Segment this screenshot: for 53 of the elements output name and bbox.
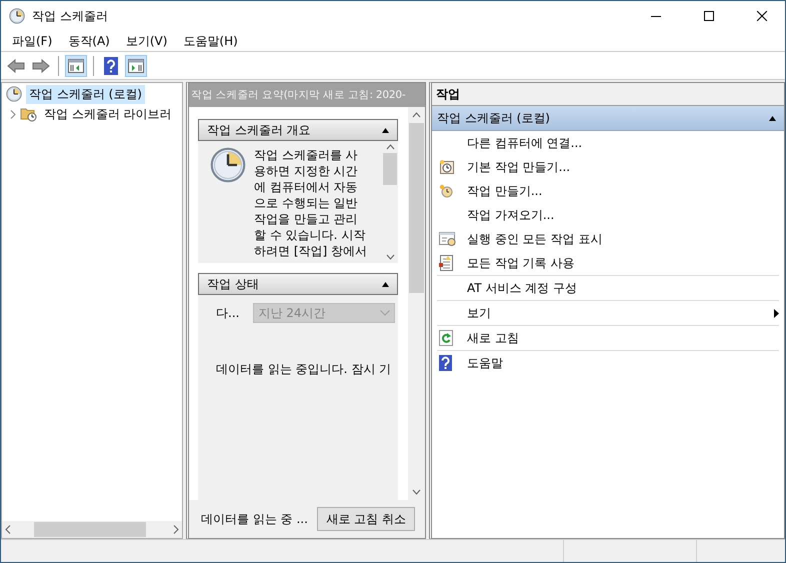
action-item[interactable]: 다른 컴퓨터에 연결...: [467, 136, 582, 150]
console-tree-button[interactable]: [65, 54, 87, 76]
loading-message: 데이터를 읽는 중입니다. 잠시 기: [216, 361, 392, 378]
pane-header: 작업 스케줄러 요약(마지막 새로 고침: 2020-: [189, 83, 425, 107]
clock-icon: [9, 8, 25, 24]
menu-item[interactable]: 도움말(H): [175, 32, 246, 50]
menu-item[interactable]: 동작(A): [60, 32, 118, 50]
clock-icon: [210, 147, 246, 183]
cancel-refresh-button[interactable]: 새로 고침 취소: [317, 507, 415, 531]
section-title: 작업 상태: [207, 276, 259, 292]
scroll-thumb[interactable]: [383, 153, 397, 185]
task-list-icon: [439, 232, 457, 246]
action-group-header[interactable]: 작업 스케줄러 (로컬): [432, 106, 784, 131]
actions-header: 작업: [432, 83, 784, 106]
chevron-right-icon[interactable]: [10, 110, 16, 118]
vertical-scrollbar[interactable]: [382, 141, 398, 263]
help-icon: [439, 355, 452, 371]
action-item[interactable]: 기본 작업 만들기...: [467, 160, 570, 174]
action-item[interactable]: 실행 중인 모든 작업 표시: [467, 232, 602, 246]
refresh-icon: [439, 330, 453, 346]
section-title: 작업 스케줄러 개요: [207, 122, 311, 138]
action-item[interactable]: AT 서비스 계정 구성: [467, 280, 578, 294]
menu-item[interactable]: 보기(V): [118, 32, 176, 50]
menu-item[interactable]: 파일(F): [4, 32, 60, 50]
filter-label: 다...: [216, 304, 240, 322]
clock-icon: [6, 86, 22, 102]
log-icon: [439, 255, 453, 271]
window-title: 작업 스케줄러: [32, 8, 109, 24]
vertical-scrollbar[interactable]: [408, 107, 425, 500]
maximize-icon[interactable]: [704, 11, 714, 21]
collapse-icon[interactable]: [382, 282, 389, 286]
loading-status: 데이터를 읽는 중 ...: [201, 510, 308, 528]
action-item[interactable]: 새로 고침: [467, 330, 519, 344]
scroll-thumb[interactable]: [409, 123, 424, 293]
calendar-clock-icon: [439, 159, 455, 175]
action-item[interactable]: 작업 만들기...: [467, 184, 542, 198]
close-icon[interactable]: [757, 11, 767, 21]
tree-item[interactable]: 작업 스케줄러 라이브러: [41, 104, 175, 124]
scroll-right-icon[interactable]: [173, 525, 179, 534]
overview-text: 작업 스케줄러를 사 용하면 지정한 시간 에 컴퓨터에서 자동 으로 수행되는 일반 작업을 만들고 관리 할 수 있습니다. 시작 하려면 [작업] 창에서: [254, 147, 367, 259]
collapse-icon[interactable]: [382, 128, 389, 132]
action-item[interactable]: 도움말: [467, 356, 503, 370]
tree-item[interactable]: 작업 스케줄러 (로컬): [26, 84, 145, 104]
submenu-arrow-icon: [774, 308, 779, 318]
folder-clock-icon: [20, 106, 37, 122]
collapse-icon[interactable]: [769, 116, 776, 120]
action-item[interactable]: 작업 가져오기...: [467, 208, 554, 222]
scroll-left-icon[interactable]: [5, 525, 11, 534]
action-pane-button[interactable]: [125, 54, 147, 76]
action-item[interactable]: 보기: [467, 306, 491, 320]
action-item[interactable]: 모든 작업 기록 사용: [467, 256, 574, 270]
horizontal-scrollbar[interactable]: [2, 521, 182, 538]
scroll-thumb[interactable]: [34, 522, 146, 537]
